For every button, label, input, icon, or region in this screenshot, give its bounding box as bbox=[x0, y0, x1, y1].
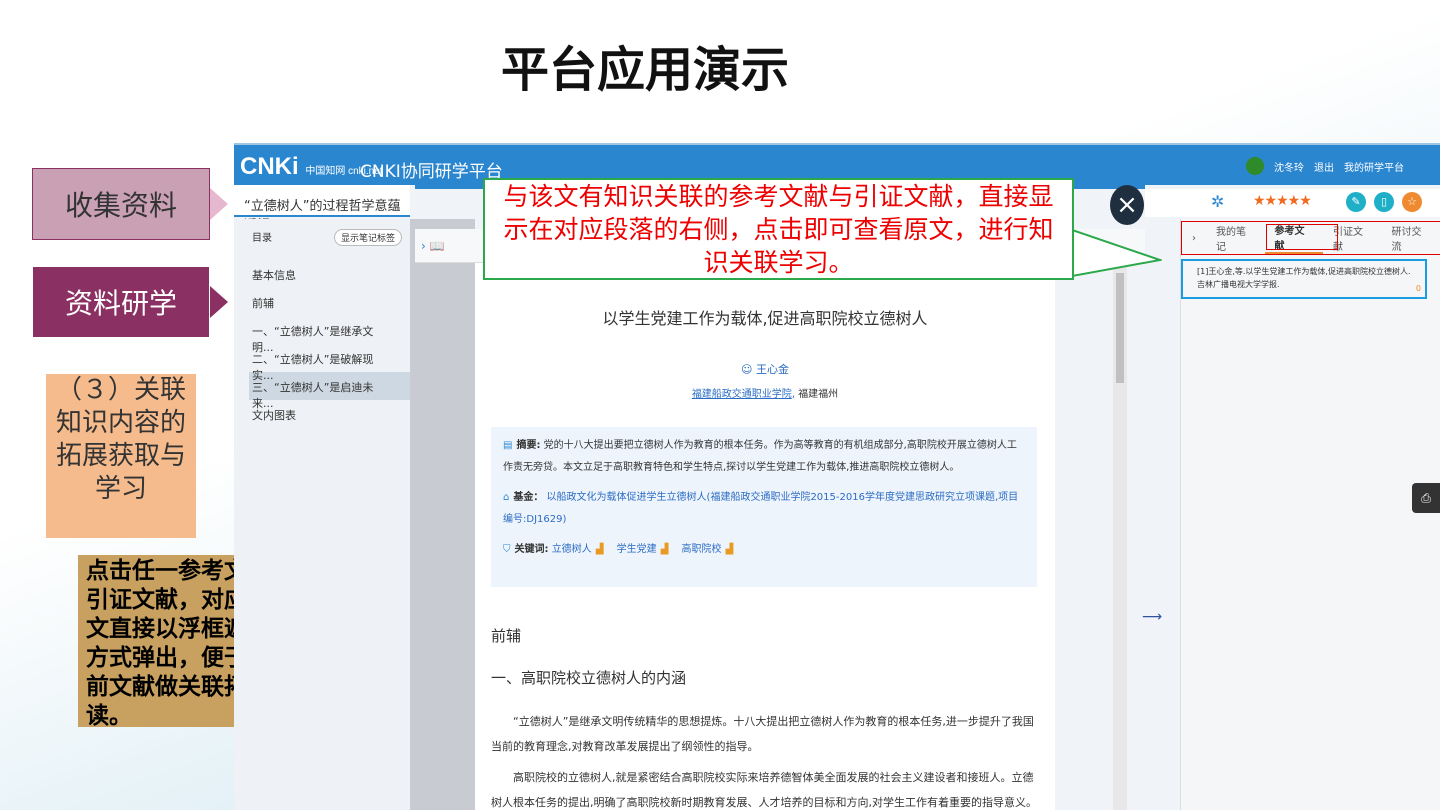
home-icon: ⌂ bbox=[503, 492, 510, 503]
keyword-link[interactable]: 高职院校 bbox=[681, 544, 721, 555]
favorite-icon[interactable]: ☆ bbox=[1402, 192, 1422, 212]
toc-sidebar: 目录 显示笔记标签 基本信息 前辅 一、“立德树人”是继承文明... 二、“立德树… bbox=[234, 219, 410, 810]
tab-discussion[interactable]: 研讨交流 bbox=[1382, 223, 1440, 253]
citations-highlight bbox=[1266, 224, 1338, 250]
logout-link[interactable]: 退出 bbox=[1314, 159, 1334, 174]
step-collect-label: 收集资料 bbox=[32, 168, 210, 240]
right-toolbar: ✲ ★★★★★ ✎ ▯ ☆ bbox=[1145, 189, 1440, 217]
callout-pointer bbox=[1072, 228, 1162, 278]
right-panel: › 我的笔记 参考文献 引证文献 研讨交流 [1]王心金,等.以学生党建工作为载… bbox=[1180, 219, 1440, 810]
close-icon[interactable]: × bbox=[1110, 185, 1144, 225]
edit-icon[interactable]: ✎ bbox=[1346, 192, 1366, 212]
chart-icon[interactable]: ▟ bbox=[596, 544, 604, 555]
paper-title: 以学生党建工作为载体,促进高职院校立德树人 bbox=[602, 309, 928, 328]
paper-body: “立德树人”是继承文明传统精华的思想提炼。十八大提出把立德树人作为教育的根本任务… bbox=[491, 715, 1037, 809]
abstract-text: 党的十八大提出要把立德树人作为教育的根本任务。作为高等教育的有机组成部分,高职院… bbox=[503, 440, 1017, 473]
study-arrow-icon bbox=[210, 286, 228, 318]
abstract-box: ▤ 摘要: 党的十八大提出要把立德树人作为教育的根本任务。作为高等教育的有机组成部… bbox=[491, 427, 1037, 587]
chevron-right-icon[interactable]: › bbox=[1182, 233, 1206, 244]
paper-affiliation: 福建船政交通职业学院, 福建福州 bbox=[691, 389, 839, 400]
fund-link[interactable]: 以船政文化为载体促进学生立德树人(福建船政交通职业学院2015-2016学年度党… bbox=[503, 492, 1018, 525]
clipboard-icon[interactable]: ▯ bbox=[1374, 192, 1394, 212]
print-icon[interactable]: ⎙ bbox=[1412, 483, 1440, 513]
paper-page: 以学生党建工作为载体,促进高职院校立德树人 ☺ 王心金 福建船政交通职业学院, … bbox=[475, 263, 1055, 810]
toc-label: 目录 bbox=[252, 233, 272, 244]
keyword-link[interactable]: 立德树人 bbox=[552, 544, 592, 555]
arrow-right-icon: ⟶ bbox=[1142, 609, 1163, 625]
platform-name: CNKI协同研学平台 bbox=[360, 162, 503, 182]
affiliation-link[interactable]: 福建船政交通职业学院 bbox=[692, 389, 792, 400]
section-heading: 一、高职院校立德树人的内涵 bbox=[491, 669, 687, 687]
right-tabs: › 我的笔记 参考文献 引证文献 研讨交流 bbox=[1181, 221, 1440, 255]
step-study-label: 资料研学 bbox=[32, 266, 210, 338]
toc-item[interactable]: 前辅 bbox=[234, 288, 410, 316]
avatar[interactable] bbox=[1246, 157, 1264, 175]
chart-icon[interactable]: ▟ bbox=[661, 544, 669, 555]
collect-arrow-icon bbox=[210, 188, 228, 220]
rating-stars[interactable]: ★★★★★ bbox=[1253, 193, 1312, 209]
tag-icon: ⛉ bbox=[503, 544, 511, 555]
chart-icon[interactable]: ▟ bbox=[725, 544, 733, 555]
spinner-icon[interactable]: ✲ bbox=[1211, 192, 1224, 211]
toc-item[interactable]: 基本信息 bbox=[234, 260, 410, 288]
reference-count: 0 bbox=[1415, 284, 1421, 293]
my-platform-link[interactable]: 我的研学平台 bbox=[1344, 159, 1404, 174]
reference-item[interactable]: [1]王心金,等.以学生党建工作为载体,促进高职院校立德树人.吉林广播电视大学学… bbox=[1181, 259, 1427, 299]
callout-box: 与该文有知识关联的参考文献与引证文献，直接显示在对应段落的右侧，点击即可查看原文… bbox=[483, 178, 1074, 280]
toc-item[interactable]: 一、“立德树人”是继承文明... bbox=[234, 316, 410, 354]
tab-notes[interactable]: 我的笔记 bbox=[1206, 223, 1265, 253]
keyword-link[interactable]: 学生党建 bbox=[617, 544, 657, 555]
clipboard-icon: ▤ bbox=[503, 440, 513, 451]
show-notes-toggle[interactable]: 显示笔记标签 bbox=[333, 229, 402, 246]
user-area: 沈冬玲 退出 我的研学平台 bbox=[1246, 157, 1404, 175]
section-heading: 前辅 bbox=[491, 627, 522, 645]
scrollbar[interactable] bbox=[1113, 263, 1127, 810]
book-icon[interactable]: › 📖 bbox=[421, 239, 445, 253]
reader-backdrop bbox=[410, 219, 475, 810]
user-name[interactable]: 沈冬玲 bbox=[1274, 159, 1304, 174]
document-title: “立德树人”的过程哲学意蕴透视 bbox=[234, 185, 410, 233]
slide-title: 平台应用演示 bbox=[500, 42, 789, 98]
paper-author[interactable]: ☺ 王心金 bbox=[475, 361, 1055, 377]
